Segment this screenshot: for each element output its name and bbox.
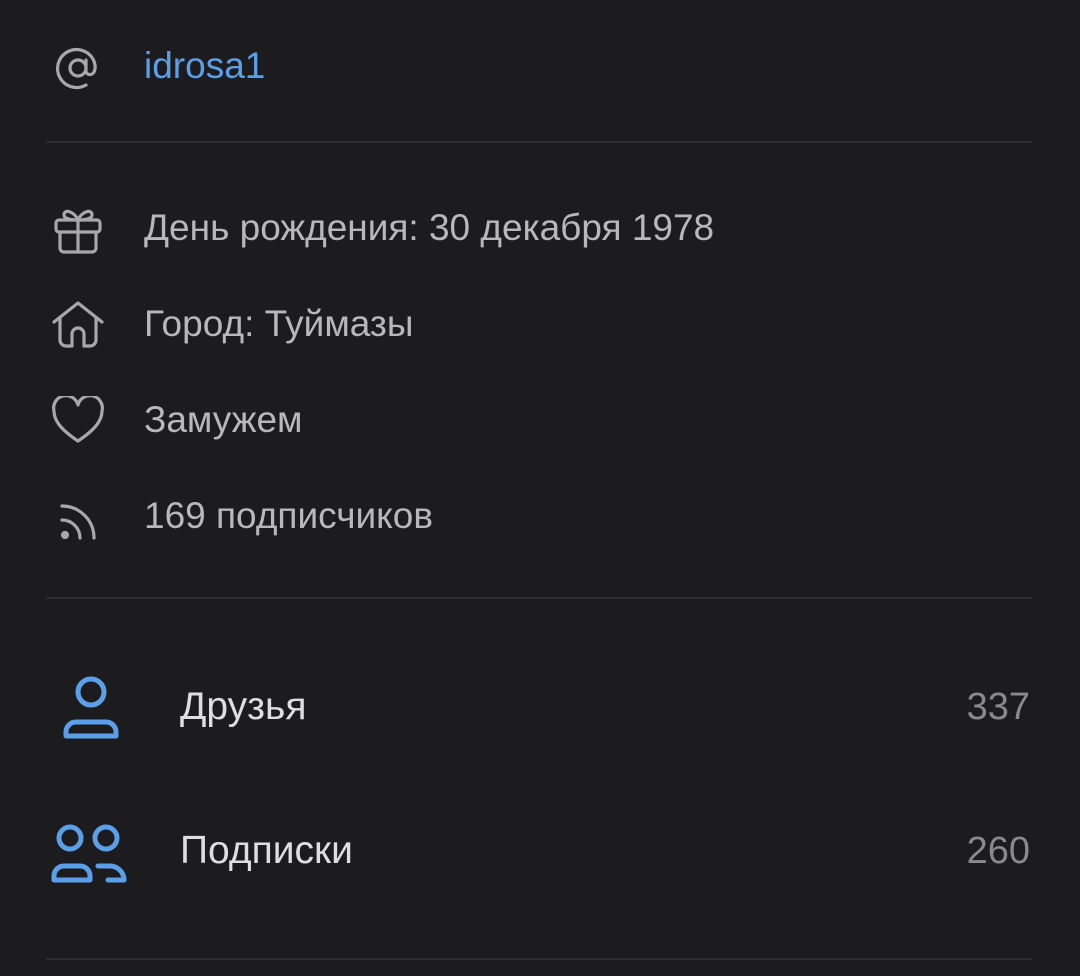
friends-label[interactable]: Друзья (180, 684, 306, 730)
divider (46, 958, 1032, 960)
subscriptions-label[interactable]: Подписки (180, 828, 353, 874)
heart-icon (50, 396, 106, 446)
rss-icon (56, 496, 104, 544)
birthday-text: День рождения: 30 декабря 1978 (144, 207, 715, 248)
gift-icon (52, 202, 104, 256)
relationship-row: Замужем (0, 390, 1080, 450)
birthday-row: День рождения: 30 декабря 1978 (0, 198, 1080, 258)
username-row[interactable]: idrosa1 (0, 36, 1080, 96)
username-link[interactable]: idrosa1 (144, 44, 265, 88)
group-icon (50, 822, 132, 884)
subscriptions-count: 260 (966, 830, 1030, 872)
divider (46, 141, 1032, 143)
person-icon (60, 674, 122, 740)
friends-row[interactable]: Друзья 337 (0, 672, 1080, 744)
subscriptions-row[interactable]: Подписки 260 (0, 816, 1080, 888)
city-text: Город: Туймазы (144, 303, 414, 344)
divider (46, 597, 1032, 599)
at-icon (52, 42, 104, 94)
followers-row[interactable]: 169 подписчиков (0, 486, 1080, 546)
home-icon (50, 298, 106, 352)
followers-text[interactable]: 169 подписчиков (144, 494, 433, 538)
friends-count: 337 (966, 686, 1030, 728)
relationship-text: Замужем (144, 399, 303, 440)
city-row: Город: Туймазы (0, 294, 1080, 354)
